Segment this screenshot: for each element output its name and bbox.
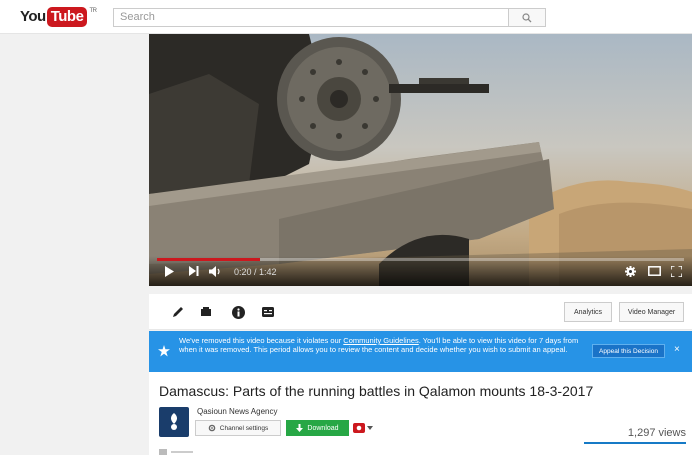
- play-icon: [165, 266, 174, 277]
- channel-settings-label: Channel settings: [219, 424, 269, 432]
- logo-you: You: [20, 8, 46, 25]
- channel-avatar[interactable]: [159, 407, 189, 437]
- settings-button[interactable]: [625, 266, 636, 281]
- progress-fill: [157, 258, 261, 261]
- progress-bar[interactable]: [157, 258, 684, 261]
- star-icon: [158, 344, 170, 362]
- info-button[interactable]: [231, 305, 245, 319]
- record-icon: [353, 423, 365, 433]
- action-row-partial: [159, 449, 199, 455]
- video-frame: [149, 34, 692, 286]
- youtube-logo[interactable]: You Tube TR: [20, 7, 97, 29]
- edit-button[interactable]: [171, 305, 185, 319]
- community-guidelines-link[interactable]: Community Guidelines: [343, 336, 418, 345]
- time-display: 0:20 / 1:42: [234, 267, 277, 277]
- fullscreen-icon: [670, 265, 683, 278]
- play-button[interactable]: [164, 266, 174, 281]
- volume-button[interactable]: [209, 266, 222, 281]
- magic-wand-icon: [201, 307, 211, 316]
- video-info: Damascus: Parts of the running battles i…: [149, 372, 692, 455]
- pencil-icon: [173, 307, 183, 317]
- view-count: 1,297 views: [627, 427, 686, 439]
- channel-name[interactable]: Qasioun News Agency: [197, 407, 278, 416]
- video-manager-button[interactable]: Video Manager: [619, 302, 684, 322]
- logo-tube: Tube: [46, 7, 88, 27]
- notice-text: We've removed this video because it viol…: [179, 336, 589, 354]
- video-title: Damascus: Parts of the running battles i…: [159, 383, 594, 399]
- channel-settings-button[interactable]: Channel settings: [195, 420, 281, 436]
- search-input[interactable]: Search: [113, 8, 509, 27]
- download-label: Download: [307, 424, 339, 432]
- appeal-decision-button[interactable]: Appeal this Decision: [592, 344, 665, 358]
- settings-icon: [208, 424, 216, 432]
- analytics-button[interactable]: Analytics: [564, 302, 612, 322]
- search-button[interactable]: [508, 8, 546, 27]
- removal-notice-banner: We've removed this video because it viol…: [149, 331, 692, 372]
- gear-icon: [625, 266, 636, 277]
- video-player[interactable]: 0:20 / 1:42: [149, 34, 692, 286]
- fullscreen-button[interactable]: [670, 265, 683, 281]
- captions-icon: [262, 307, 274, 317]
- download-button[interactable]: Download: [286, 420, 349, 436]
- next-button[interactable]: [189, 266, 199, 280]
- close-icon[interactable]: ×: [674, 344, 680, 355]
- theater-mode-button[interactable]: [648, 266, 661, 280]
- volume-icon: [209, 266, 220, 277]
- enhancements-button[interactable]: [199, 305, 213, 319]
- logo-country: TR: [89, 8, 97, 14]
- theater-icon: [648, 266, 661, 276]
- search-icon: [522, 12, 532, 22]
- player-controls: 0:20 / 1:42: [149, 256, 692, 286]
- masthead: You Tube TR Search: [0, 0, 692, 34]
- info-icon: [231, 305, 245, 319]
- download-icon: [296, 424, 304, 432]
- chevron-down-icon: [367, 426, 373, 430]
- next-icon: [189, 266, 199, 276]
- creator-action-bar: Analytics Video Manager: [149, 294, 692, 330]
- subtitles-button[interactable]: [261, 305, 275, 319]
- sentiment-bar: [584, 442, 686, 444]
- notice-text-start: We've removed this video because it viol…: [179, 336, 344, 345]
- channel-logo-icon: [171, 413, 177, 430]
- download-options-dropdown[interactable]: [353, 421, 373, 435]
